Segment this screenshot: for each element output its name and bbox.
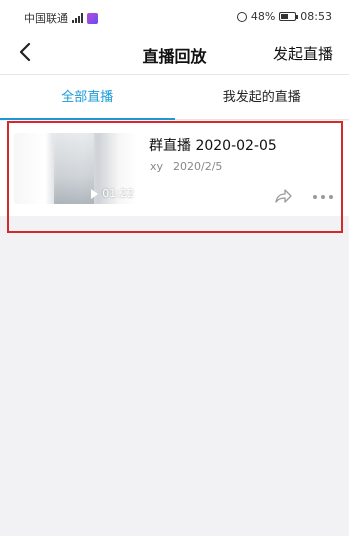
duration-label: 01:22 [102, 187, 134, 200]
status-right-group: 48% 08:53 [236, 10, 332, 23]
app-badge-icon [87, 12, 98, 24]
tab-bar: 全部直播 我发起的直播 [0, 75, 349, 120]
battery-percent: 48% [250, 10, 276, 23]
header: 直播回放 发起直播 [0, 34, 349, 74]
alarm-icon [236, 11, 247, 22]
tab-all-live[interactable]: 全部直播 [0, 75, 175, 120]
carrier-group: 中国联通 [24, 10, 98, 26]
list-item[interactable]: 01:22 群直播 2020-02-05 xy 2020/2/5 [0, 121, 349, 216]
carrier-label: 中国联通 [24, 12, 68, 25]
video-thumbnail[interactable]: 01:22 [14, 133, 138, 204]
signal-icon [72, 13, 83, 23]
live-title: 群直播 2020-02-05 [149, 138, 277, 154]
battery-icon [279, 12, 299, 21]
live-date: 2020/2/5 [173, 160, 223, 173]
live-list: 01:22 群直播 2020-02-05 xy 2020/2/5 [0, 121, 349, 216]
start-live-button[interactable]: 发起直播 [273, 43, 333, 64]
duration-badge: 01:22 [91, 187, 134, 200]
clock: 08:53 [300, 10, 332, 23]
live-author: xy [150, 160, 164, 173]
play-icon [91, 188, 99, 199]
more-icon[interactable] [313, 194, 333, 200]
live-meta: xy 2020/2/5 [150, 160, 222, 173]
share-icon[interactable] [273, 187, 293, 205]
tab-my-live[interactable]: 我发起的直播 [175, 75, 349, 119]
status-bar: 中国联通 48% 08:53 [0, 0, 349, 34]
thumbnail-image [54, 133, 94, 204]
